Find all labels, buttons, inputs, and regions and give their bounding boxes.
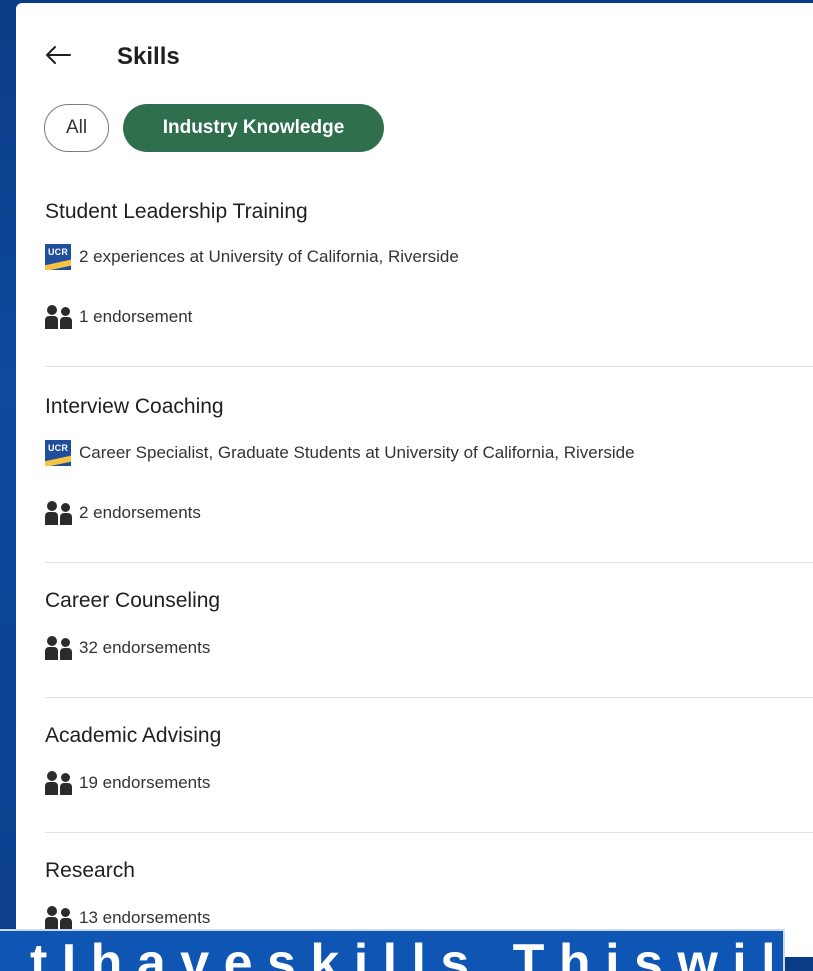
skills-panel: Skills All Industry Knowledge Student Le… (16, 3, 813, 957)
people-icon (45, 305, 73, 329)
filter-bar: All Industry Knowledge (44, 104, 384, 152)
people-icon (45, 636, 73, 660)
endorsement-count: 32 endorsements (79, 638, 211, 657)
experience-row: UCR 2 experiences at University of Calif… (45, 244, 459, 270)
caption-text: t I h a v e s k i l l s . T h i s w i l … (30, 934, 783, 971)
endorsement-row: 1 endorsement (45, 305, 192, 329)
caption-banner: t I h a v e s k i l l s . T h i s w i l … (0, 929, 785, 971)
people-icon (45, 906, 73, 930)
skill-item: Student Leadership Training UCR 2 experi… (45, 185, 813, 367)
back-button[interactable] (38, 39, 78, 71)
arrow-left-icon (46, 46, 71, 64)
experience-text: Career Specialist, Graduate Students at … (79, 443, 635, 462)
skills-list: Student Leadership Training UCR 2 experi… (16, 185, 813, 957)
header: Skills (16, 33, 813, 77)
endorsement-row: 19 endorsements (45, 771, 210, 795)
skill-name: Research (45, 859, 135, 882)
skill-item: Interview Coaching UCR Career Specialist… (45, 367, 813, 563)
filter-industry-knowledge-button[interactable]: Industry Knowledge (123, 104, 384, 152)
endorsement-count: 19 endorsements (79, 773, 211, 792)
skill-name: Academic Advising (45, 724, 222, 747)
experience-text: 2 experiences at University of Californi… (79, 247, 459, 266)
skill-name: Career Counseling (45, 589, 221, 612)
endorsement-count: 2 endorsements (79, 503, 201, 522)
ucr-logo-icon: UCR (45, 440, 71, 466)
skill-item: Academic Advising 19 endorsements (45, 698, 813, 833)
endorsement-row: 32 endorsements (45, 636, 210, 660)
endorsement-count: 13 endorsements (79, 908, 211, 927)
endorsement-row: 13 endorsements (45, 906, 210, 930)
people-icon (45, 501, 73, 525)
endorsement-count: 1 endorsement (79, 307, 193, 326)
page-title: Skills (117, 43, 180, 70)
skill-name: Interview Coaching (45, 395, 224, 418)
experience-row: UCR Career Specialist, Graduate Students… (45, 440, 635, 466)
filter-all-button[interactable]: All (44, 104, 109, 152)
skill-item: Career Counseling 32 endorsements (45, 563, 813, 698)
people-icon (45, 771, 73, 795)
ucr-logo-icon: UCR (45, 244, 71, 270)
skill-name: Student Leadership Training (45, 200, 308, 223)
endorsement-row: 2 endorsements (45, 501, 201, 525)
